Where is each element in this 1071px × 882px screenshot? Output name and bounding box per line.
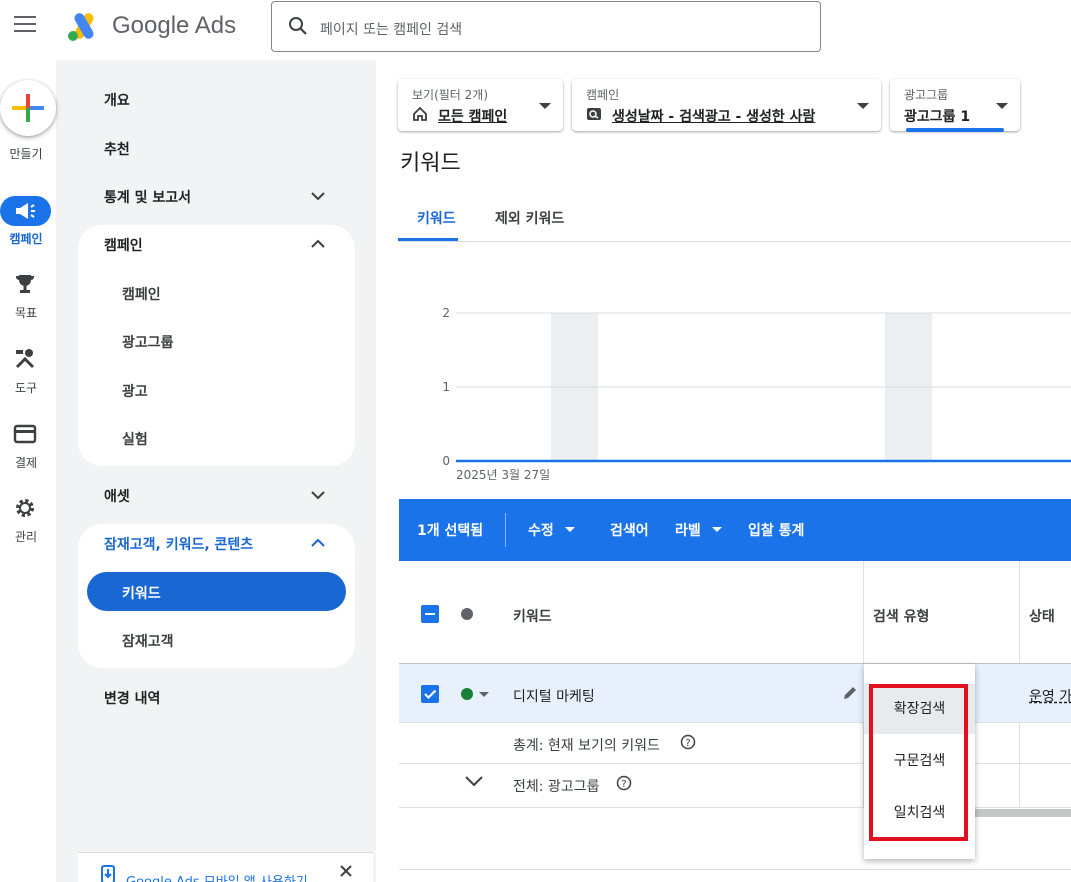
nav-group-campaigns	[78, 225, 355, 466]
search-input[interactable]: 페이지 또는 캠페인 검색	[271, 1, 821, 52]
chevron-down-icon[interactable]	[310, 487, 326, 503]
status-value[interactable]: 운영 가	[1029, 686, 1071, 706]
trophy-icon[interactable]	[13, 272, 37, 296]
svg-text:?: ?	[621, 779, 626, 790]
status-enabled-dot[interactable]	[461, 688, 473, 700]
nav-campaigns-group[interactable]: 캠페인	[104, 235, 143, 255]
search-placeholder: 페이지 또는 캠페인 검색	[320, 22, 463, 38]
column-header-keyword[interactable]: 키워드	[513, 606, 552, 626]
credit-card-icon[interactable]	[13, 422, 37, 446]
campaign-megaphone-icon	[16, 203, 35, 219]
nav-sub-experiments[interactable]: 실험	[122, 429, 148, 449]
filter-adgroup[interactable]: 광고그룹 광고그룹 1	[890, 79, 1020, 132]
tab-keywords[interactable]: 키워드	[417, 208, 456, 228]
rail-label-admin[interactable]: 관리	[0, 528, 52, 545]
mobile-app-banner[interactable]: Google Ads 모바일 앱 사용하기	[78, 852, 373, 882]
search-terms-button[interactable]: 검색어	[610, 520, 649, 540]
chevron-up-icon[interactable]	[310, 535, 326, 551]
filter-campaign-value: 생성날짜 - 검색광고 - 생성한 사람	[612, 109, 816, 125]
edit-button[interactable]: 수정	[528, 520, 554, 540]
home-icon	[413, 106, 427, 121]
gear-icon[interactable]	[13, 496, 37, 520]
nav-sub-ads[interactable]: 광고	[122, 381, 148, 401]
help-icon[interactable]: ?	[680, 734, 696, 750]
caret-down-icon	[712, 527, 722, 532]
nav-sub-campaigns[interactable]: 캠페인	[122, 284, 161, 304]
dropdown-arrow-icon	[857, 103, 869, 109]
chart-y-tick-label: 1	[442, 380, 450, 394]
label-button[interactable]: 라벨	[675, 520, 701, 540]
nav-assets[interactable]: 애셋	[104, 486, 130, 506]
phone-download-icon	[101, 865, 115, 882]
dropdown-arrow-icon	[539, 103, 551, 109]
chart-y-tick-label: 0	[442, 454, 450, 468]
rail-label-goals[interactable]: 목표	[0, 304, 52, 321]
dropdown-arrow-icon	[996, 103, 1008, 109]
selection-toolbar: 1개 선택됨 수정 검색어 라벨 입찰 통계	[399, 499, 1071, 561]
select-all-checkbox[interactable]	[421, 605, 439, 623]
filter-adgroup-label: 광고그룹	[904, 88, 949, 102]
toolbar-divider	[505, 513, 506, 547]
menu-icon[interactable]	[14, 16, 36, 34]
mobile-app-link[interactable]: Google Ads 모바일 앱 사용하기	[126, 871, 308, 882]
rail-item-campaign[interactable]	[0, 196, 51, 226]
filter-view[interactable]: 보기(필터 2개) 모든 캠페인	[398, 79, 563, 131]
nav-sub-audiences[interactable]: 잠재고객	[122, 631, 174, 651]
tab-negative-keywords[interactable]: 제외 키워드	[495, 208, 564, 228]
caret-down-icon	[565, 527, 575, 532]
filter-view-label: 보기(필터 2개)	[412, 88, 489, 102]
keyword-text[interactable]: 디지털 마케팅	[513, 686, 595, 706]
create-button[interactable]	[0, 80, 56, 136]
chevron-down-icon[interactable]	[465, 776, 483, 788]
page-title: 키워드	[400, 151, 461, 176]
nav-recommendations[interactable]: 추천	[104, 139, 130, 159]
create-label: 만들기	[9, 147, 43, 161]
auction-insights-button[interactable]: 입찰 통계	[748, 520, 804, 540]
rail-label-campaign: 캠페인	[9, 232, 43, 246]
nav-change-history[interactable]: 변경 내역	[104, 688, 160, 708]
edit-pencil-icon[interactable]	[842, 685, 858, 701]
column-header-match-type[interactable]: 검색 유형	[873, 606, 929, 626]
nav-keywords-label: 키워드	[122, 586, 161, 602]
filter-view-value: 모든 캠페인	[438, 109, 508, 125]
keyword-chart: 2 1 0 2025년 3월 27일	[442, 306, 1071, 482]
nav-sub-adgroups[interactable]: 광고그룹	[122, 332, 174, 352]
app-name: Google Ads	[112, 12, 237, 39]
status-header-dot[interactable]	[461, 608, 473, 620]
filter-adgroup-indicator	[906, 128, 1004, 132]
filter-campaign-label: 캠페인	[586, 88, 620, 102]
tabs-divider	[398, 241, 1071, 242]
search-campaign-icon	[587, 108, 601, 120]
search-icon	[288, 16, 308, 36]
table-bottom-divider	[399, 869, 1071, 870]
selected-count: 1개 선택됨	[417, 523, 484, 539]
tools-icon[interactable]	[13, 347, 37, 371]
svg-text:?: ?	[685, 738, 690, 749]
rail-label-tools[interactable]: 도구	[0, 379, 52, 396]
nav-overview[interactable]: 개요	[104, 90, 130, 110]
help-icon[interactable]: ?	[616, 775, 632, 791]
google-ads-logo[interactable]	[66, 10, 100, 42]
chart-y-tick-label: 2	[442, 306, 450, 320]
close-icon[interactable]	[340, 865, 352, 877]
total-view-label: 총계: 현재 보기의 키워드	[513, 738, 660, 754]
nav-reports[interactable]: 통계 및 보고서	[104, 187, 191, 207]
status-caret-icon[interactable]	[479, 692, 489, 697]
chevron-down-icon[interactable]	[310, 188, 326, 204]
column-header-status[interactable]: 상태	[1029, 606, 1055, 626]
nav-audiences-group[interactable]: 잠재고객, 키워드, 콘텐츠	[104, 534, 253, 554]
top-bar: Google Ads 페이지 또는 캠페인 검색	[0, 0, 1071, 60]
total-adgroup-label: 전체: 광고그룹	[513, 779, 600, 795]
filter-adgroup-value: 광고그룹 1	[904, 109, 971, 125]
filter-campaign[interactable]: 캠페인 생성날짜 - 검색광고 - 생성한 사람	[572, 79, 881, 131]
rail-label-billing[interactable]: 결제	[0, 454, 52, 471]
highlight-annotation-box	[869, 684, 968, 841]
row-checkbox[interactable]	[421, 685, 439, 703]
chevron-up-icon[interactable]	[310, 236, 326, 252]
chart-x-start-label: 2025년 3월 27일	[456, 468, 550, 482]
horizontal-scrollbar[interactable]	[974, 809, 1071, 817]
sidebar-background	[56, 60, 376, 882]
